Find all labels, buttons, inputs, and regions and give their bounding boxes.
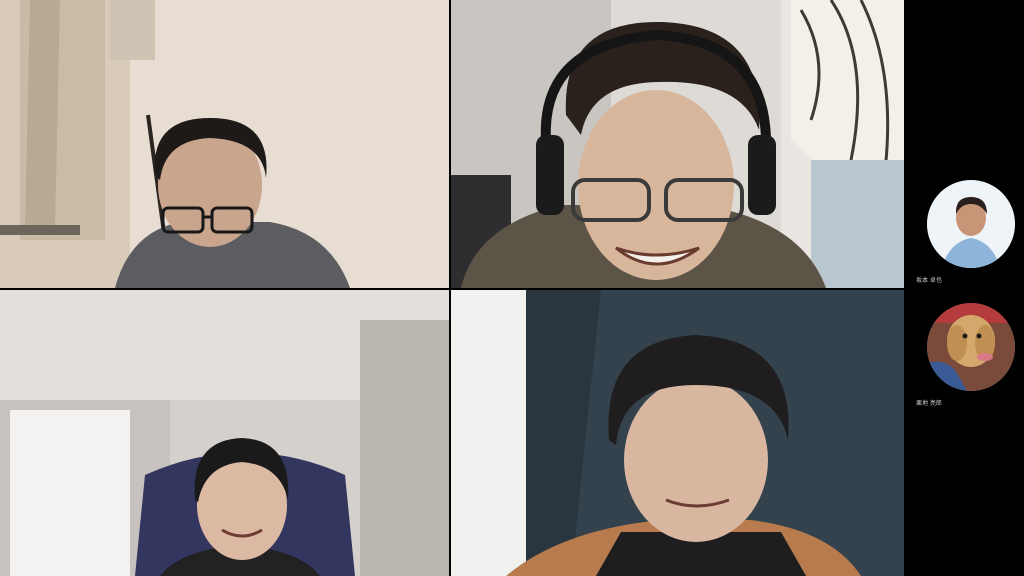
participant-avatar-2[interactable]: [927, 303, 1015, 391]
participant-video-2: [451, 0, 904, 288]
participant-name-2: 栗地 亮郎: [916, 400, 942, 407]
avatar-photo-2: [927, 303, 1015, 391]
participant-video-1: [0, 0, 449, 288]
participant-video-3: [0, 290, 449, 576]
avatar-photo-1: [927, 180, 1015, 268]
participant-avatar-1[interactable]: [927, 180, 1015, 268]
video-tile-3[interactable]: [0, 290, 449, 576]
video-tile-2[interactable]: [451, 0, 904, 288]
participant-video-4: [451, 290, 904, 576]
video-tile-1[interactable]: [0, 0, 449, 288]
participant-sidebar: 坂本 卓也 栗地 亮郎: [906, 0, 1024, 576]
video-tile-4[interactable]: [451, 290, 904, 576]
participant-name-1: 坂本 卓也: [916, 277, 942, 284]
